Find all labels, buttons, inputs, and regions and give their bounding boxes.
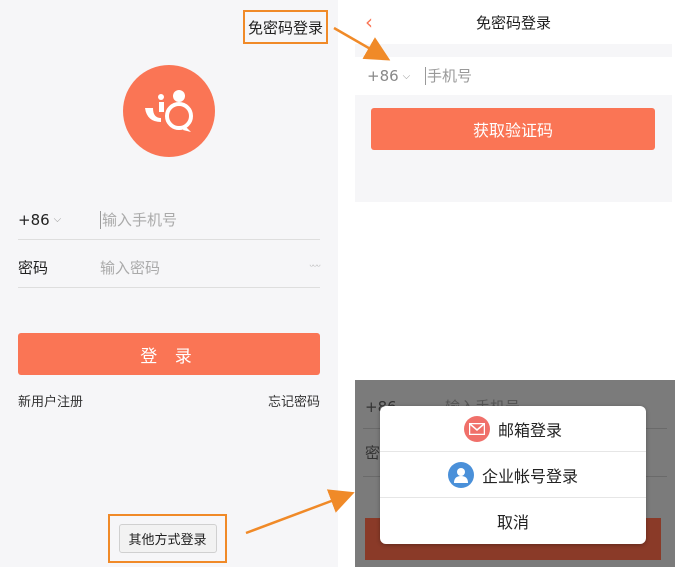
other-login-dialog-screen: +86 输入手机号 密 邮箱登录 企业帐号登录 取消 <box>355 380 675 567</box>
passwordless-login-screen: ‹ 免密码登录 +86⌵ 获取验证码 <box>355 0 672 202</box>
phone-row: +86 ⌵ <box>18 200 320 240</box>
country-code-selector[interactable]: +86 ⌵ <box>18 211 100 229</box>
email-login-option[interactable]: 邮箱登录 <box>380 406 646 452</box>
cancel-button[interactable]: 取消 <box>380 498 646 544</box>
app-logo <box>123 65 215 157</box>
nav-header: ‹ 免密码登录 <box>355 0 672 44</box>
cancel-label: 取消 <box>496 513 529 532</box>
page-title: 免密码登录 <box>475 13 551 32</box>
forgot-password-link[interactable]: 忘记密码 <box>268 391 320 410</box>
chevron-down-icon: ⌵ <box>53 214 62 225</box>
phone-input[interactable] <box>427 67 627 85</box>
phone-input[interactable] <box>102 210 292 229</box>
user-icon <box>447 461 474 488</box>
passwordless-login-link[interactable]: 免密码登录 <box>243 10 328 44</box>
enterprise-login-label: 企业帐号登录 <box>481 466 578 486</box>
text-caret <box>100 210 101 229</box>
chevron-down-icon: ⌵ <box>402 70 411 82</box>
login-screen: 免密码登录 +86⌵ 密码 ᵕᵕᵕ 登 录 新用户注册 忘记密码 其他方式登录 <box>0 0 338 567</box>
enterprise-login-option[interactable]: 企业帐号登录 <box>380 452 646 498</box>
mail-icon <box>463 415 490 442</box>
register-link[interactable]: 新用户注册 <box>18 391 83 410</box>
password-label: 密码 <box>18 259 49 277</box>
text-caret <box>425 67 426 85</box>
bg-password-label: 密 <box>365 444 381 462</box>
password-input[interactable] <box>100 258 290 277</box>
password-row: 密码 ᵕᵕᵕ <box>18 248 321 288</box>
login-button[interactable]: 登 录 <box>18 333 320 375</box>
email-login-label: 邮箱登录 <box>497 420 562 440</box>
login-options-sheet: 邮箱登录 企业帐号登录 取消 <box>380 406 646 544</box>
country-code-selector[interactable]: +86 ⌵ <box>367 67 425 85</box>
other-login-button[interactable]: 其他方式登录 <box>118 524 217 553</box>
eye-closed-icon[interactable]: ᵕᵕᵕ <box>309 260 321 273</box>
phone-row: +86 ⌵ <box>355 57 672 95</box>
chevron-left-icon[interactable]: ‹ <box>365 10 373 34</box>
get-code-button[interactable]: 获取验证码 <box>371 108 655 150</box>
other-login-highlight: 其他方式登录 <box>108 514 227 563</box>
